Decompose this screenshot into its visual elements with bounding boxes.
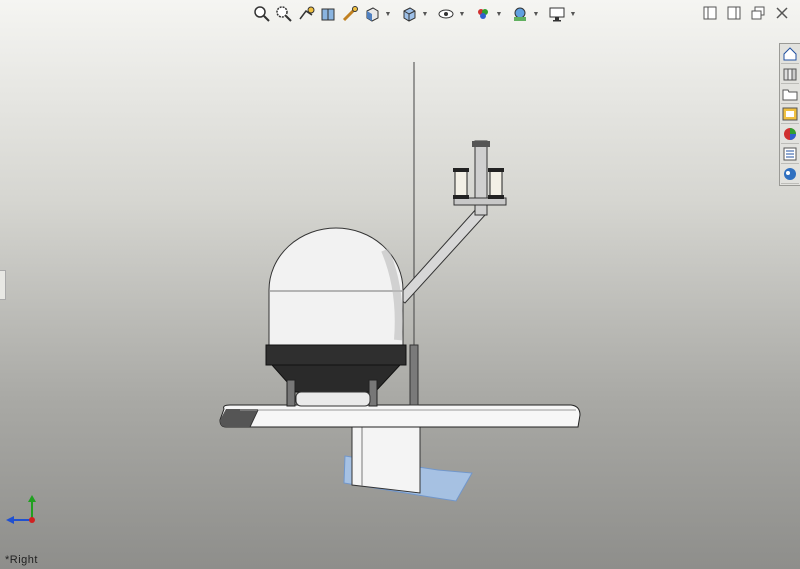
view-settings-icon[interactable] <box>547 4 567 24</box>
edit-appearance-icon[interactable] <box>473 4 493 24</box>
mast-pedestal <box>351 425 421 494</box>
dynamic-annotation-icon[interactable] <box>340 4 360 24</box>
zoom-to-fit-icon[interactable] <box>252 4 272 24</box>
platform-deck <box>219 404 581 428</box>
feature-manager-expand-handle[interactable] <box>0 270 6 300</box>
display-style-icon[interactable] <box>399 4 419 24</box>
edit-appearance-dropdown[interactable]: ▼ <box>495 4 503 24</box>
hide-show-items-icon[interactable] <box>436 4 456 24</box>
light-arm <box>396 140 507 304</box>
close-icon[interactable] <box>774 5 790 21</box>
window-controls <box>702 5 790 21</box>
apply-scene-dropdown[interactable]: ▼ <box>532 4 540 24</box>
view-orientation-label: *Right <box>5 554 38 566</box>
view-palette-icon[interactable] <box>781 105 799 124</box>
previous-view-icon[interactable] <box>296 4 316 24</box>
heads-up-view-toolbar: ▼ ▼ ▼ ▼ ▼ ▼ <box>252 3 582 25</box>
appearances-icon[interactable] <box>781 125 799 144</box>
solidworks-forum-icon[interactable] <box>781 165 799 184</box>
antenna-whip <box>409 62 419 406</box>
display-style-dropdown[interactable]: ▼ <box>421 4 429 24</box>
pane-left-icon[interactable] <box>702 5 718 21</box>
lantern-right <box>488 168 504 199</box>
apply-scene-icon[interactable] <box>510 4 530 24</box>
task-pane-tabs <box>779 43 800 186</box>
solidworks-resources-icon[interactable] <box>781 45 799 64</box>
pane-right-icon[interactable] <box>726 5 742 21</box>
view-orientation-dropdown[interactable]: ▼ <box>384 4 392 24</box>
radome <box>265 227 407 393</box>
section-view-icon[interactable] <box>318 4 338 24</box>
design-library-icon[interactable] <box>781 65 799 84</box>
file-explorer-icon[interactable] <box>781 85 799 104</box>
custom-properties-icon[interactable] <box>781 145 799 164</box>
graphics-viewport[interactable] <box>0 0 800 569</box>
zoom-to-area-icon[interactable] <box>274 4 294 24</box>
view-settings-dropdown[interactable]: ▼ <box>569 4 577 24</box>
hide-show-items-dropdown[interactable]: ▼ <box>458 4 466 24</box>
coordinate-triad <box>6 495 36 524</box>
lantern-left <box>453 168 469 199</box>
restore-window-icon[interactable] <box>750 5 766 21</box>
view-orientation-icon[interactable] <box>362 4 382 24</box>
